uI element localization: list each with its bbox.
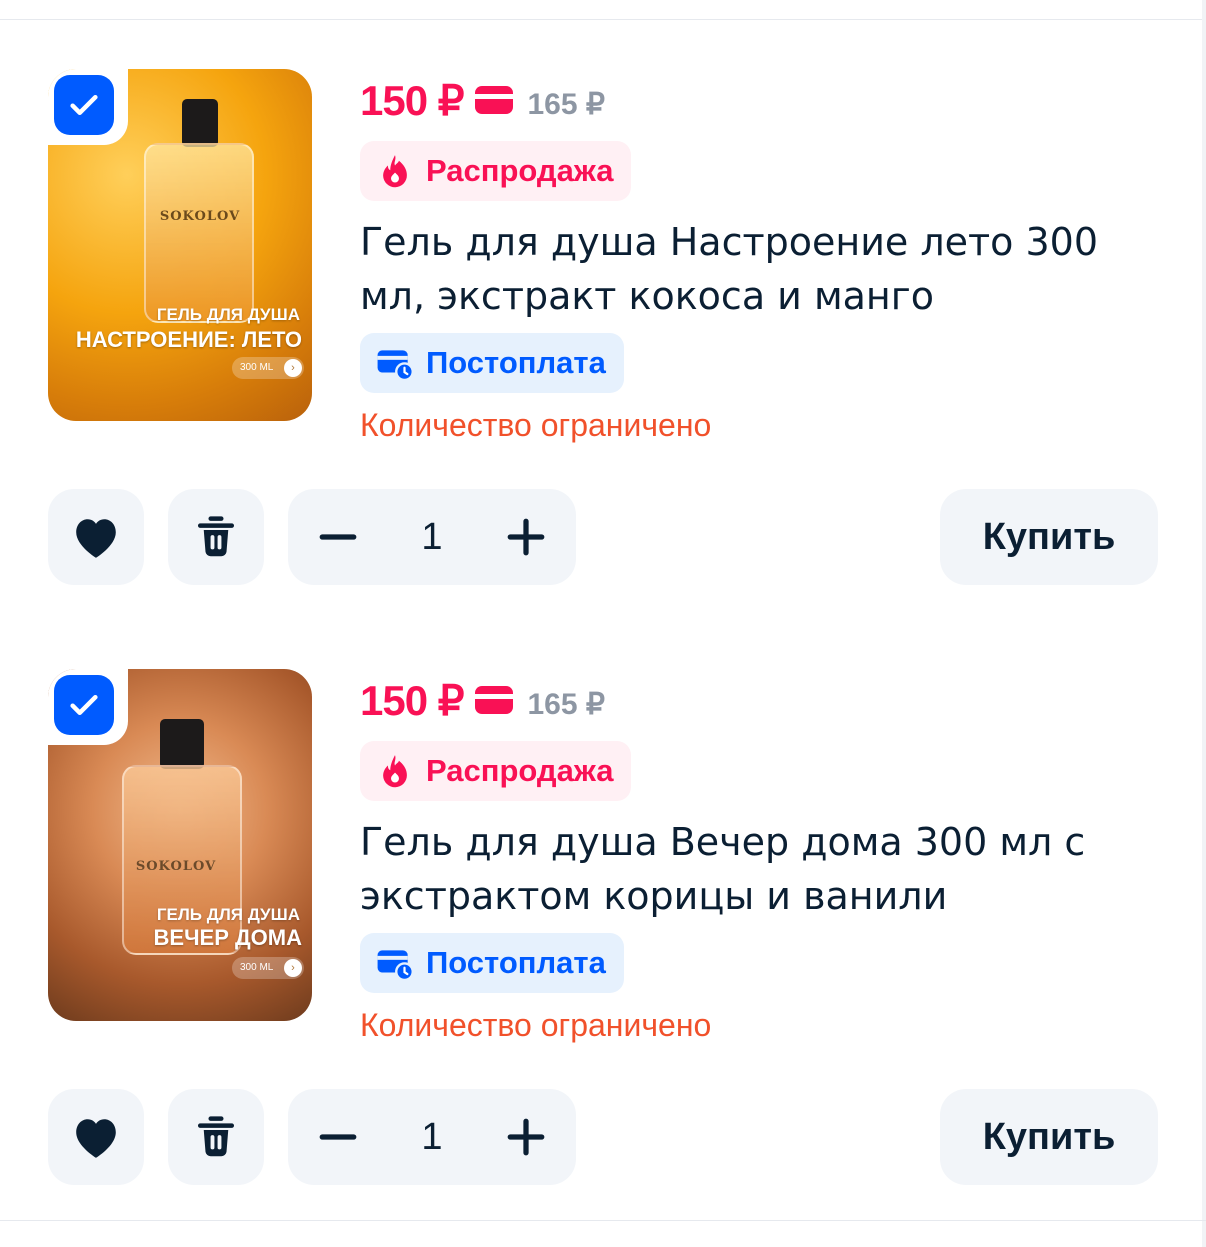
cart-item: SOKOLOV ГЕЛЬ ДЛЯ ДУША НАСТРОЕНИЕ: ЛЕТО 3…	[0, 21, 1200, 621]
quantity-value[interactable]: 1	[421, 516, 442, 559]
sale-badge-label: Распродажа	[426, 153, 614, 188]
quantity-stepper: 1	[288, 489, 576, 585]
increase-button[interactable]	[502, 513, 550, 561]
bottle	[144, 143, 254, 323]
decrease-button[interactable]	[314, 513, 362, 561]
favorite-button[interactable]	[48, 1089, 144, 1185]
heart-icon	[76, 1119, 116, 1158]
old-price: 165 ₽	[527, 687, 605, 721]
plus-icon	[507, 518, 545, 556]
price-row: 150 ₽ 165 ₽	[360, 75, 605, 125]
postpay-badge: Постоплата	[360, 933, 624, 993]
postpay-badge-label: Постоплата	[426, 345, 606, 380]
bottom-divider	[0, 1220, 1206, 1221]
minus-icon	[319, 534, 357, 540]
card-clock-icon	[377, 350, 414, 382]
decrease-button[interactable]	[314, 1113, 362, 1161]
minus-icon	[319, 1134, 357, 1140]
quantity-stepper: 1	[288, 1089, 576, 1185]
product-title[interactable]: Гель для душа Настроение лето 300 мл, эк…	[360, 215, 1140, 323]
stock-note: Количество ограничено	[360, 407, 712, 443]
delete-button[interactable]	[168, 1089, 264, 1185]
favorite-button[interactable]	[48, 489, 144, 585]
image-volume: 300 ML	[240, 362, 274, 373]
old-price: 165 ₽	[527, 87, 605, 121]
cart-item: SOKOLOV ГЕЛЬ ДЛЯ ДУША ВЕЧЕР ДОМА 300 ML …	[0, 621, 1200, 1221]
trash-icon	[197, 516, 235, 557]
buy-button[interactable]: Купить	[940, 1089, 1158, 1185]
image-brand: SOKOLOV	[135, 859, 217, 874]
postpay-badge-label: Постоплата	[426, 945, 606, 980]
delete-button[interactable]	[168, 489, 264, 585]
card-icon	[475, 686, 514, 714]
bottle-cap	[182, 99, 218, 147]
product-title[interactable]: Гель для душа Вечер дома 300 мл с экстра…	[360, 815, 1140, 923]
image-caption-small: ГЕЛЬ ДЛЯ ДУША	[156, 305, 300, 324]
bottle-cap	[160, 719, 204, 769]
top-divider	[0, 0, 1206, 20]
image-brand: SOKOLOV	[159, 209, 241, 224]
chevron-right-icon: ›	[284, 959, 302, 977]
price: 150 ₽	[360, 76, 464, 124]
buy-button[interactable]: Купить	[940, 489, 1158, 585]
image-caption-big: ВЕЧЕР ДОМА	[153, 925, 302, 950]
scroll-edge	[1202, 0, 1206, 1247]
sale-badge: Распродажа	[360, 741, 632, 801]
checkmark-icon	[70, 94, 98, 116]
postpay-badge: Постоплата	[360, 333, 624, 393]
price: 150 ₽	[360, 676, 464, 724]
sale-badge-label: Распродажа	[426, 753, 614, 788]
quantity-value[interactable]: 1	[421, 1116, 442, 1159]
cart-page: SOKOLOV ГЕЛЬ ДЛЯ ДУША НАСТРОЕНИЕ: ЛЕТО 3…	[0, 0, 1206, 1247]
buy-button-label: Купить	[982, 1115, 1116, 1158]
plus-icon	[507, 1118, 545, 1156]
checkmark-icon	[70, 694, 98, 716]
trash-icon	[197, 1116, 235, 1157]
card-clock-icon	[377, 950, 414, 982]
image-volume-pill: 300 ML ›	[232, 357, 304, 379]
item-checkbox[interactable]	[54, 675, 114, 735]
flame-icon	[383, 155, 407, 188]
heart-icon	[76, 519, 116, 558]
price-row: 150 ₽ 165 ₽	[360, 675, 605, 725]
sale-badge: Распродажа	[360, 141, 632, 201]
buy-button-label: Купить	[982, 515, 1116, 558]
increase-button[interactable]	[502, 1113, 550, 1161]
image-caption-small: ГЕЛЬ ДЛЯ ДУША	[156, 905, 300, 924]
image-caption-big: НАСТРОЕНИЕ: ЛЕТО	[75, 327, 302, 352]
image-volume-pill: 300 ML ›	[232, 957, 304, 979]
item-checkbox[interactable]	[54, 75, 114, 135]
chevron-right-icon: ›	[284, 359, 302, 377]
image-volume: 300 ML	[240, 962, 274, 973]
flame-icon	[383, 755, 407, 788]
card-icon	[475, 86, 514, 114]
stock-note: Количество ограничено	[360, 1007, 712, 1043]
